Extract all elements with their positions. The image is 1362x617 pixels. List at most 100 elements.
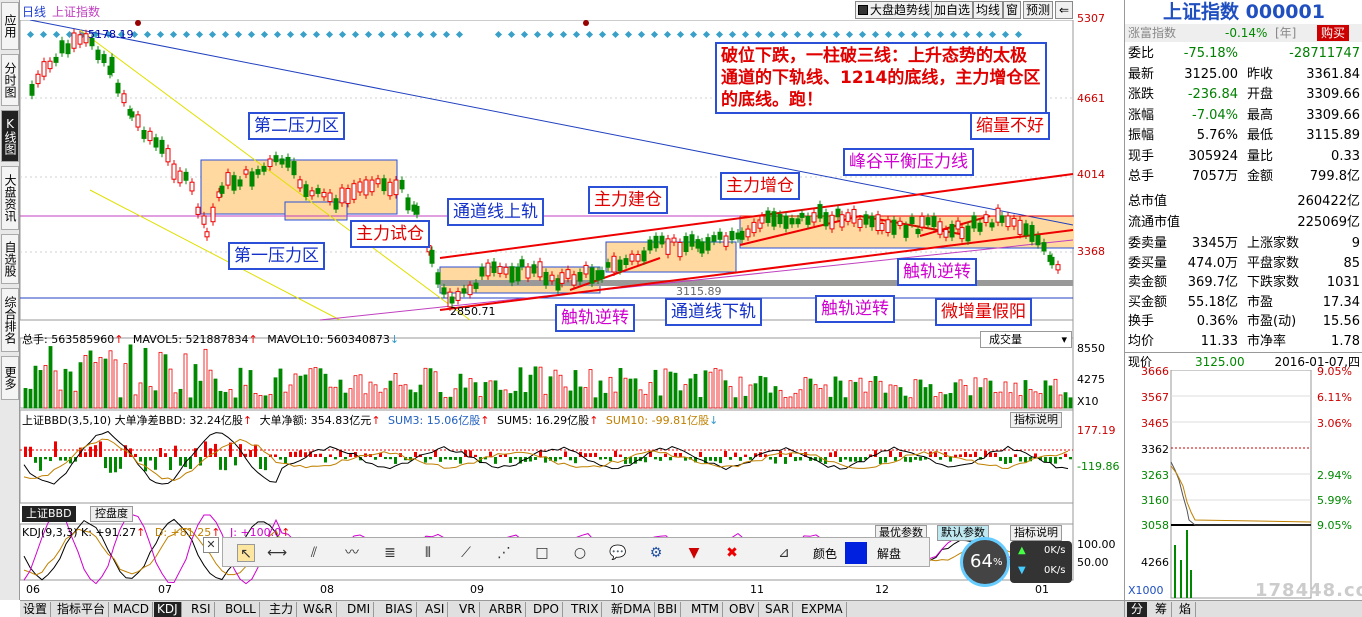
trend-line-button[interactable]: 大盘趋势线	[855, 1, 934, 19]
tab-bbd[interactable]: 上证BBD	[22, 506, 76, 522]
indicator-tab[interactable]: W&R	[300, 602, 337, 617]
ruler-icon[interactable]: ⊿	[775, 544, 793, 562]
nav-watchlist[interactable]: 自选股	[1, 234, 19, 284]
candle-body	[47, 60, 53, 70]
color-swatch[interactable]	[845, 542, 867, 564]
fib-tool-icon[interactable]: ≣	[381, 544, 399, 562]
candle-body	[589, 267, 595, 284]
bbd-bar	[584, 453, 587, 457]
volume-bar	[798, 389, 803, 409]
line-tool-icon[interactable]: ⟷	[267, 544, 287, 562]
wave-tool-icon[interactable]: 〰	[343, 544, 361, 562]
mini-axis-left: 3263	[1141, 469, 1169, 482]
quote-cell: 市盈	[1247, 294, 1274, 310]
candle-body	[1035, 234, 1041, 246]
indicator-tab[interactable]: VR	[456, 602, 480, 617]
indicator-tab[interactable]: ARBR	[486, 602, 527, 617]
indicator-tab[interactable]: EXPMA	[798, 602, 847, 617]
nav-more[interactable]: 更多	[1, 356, 19, 400]
back-arrow-icon[interactable]: ⇐	[1055, 1, 1073, 19]
indicator-tab[interactable]: OBV	[726, 602, 759, 617]
forecast-button[interactable]: 预测	[1023, 1, 1054, 19]
indicator-tab[interactable]: TRIX	[568, 602, 603, 617]
volume-bar	[213, 378, 218, 409]
checkbox-icon	[858, 5, 868, 15]
quote-row: 委买量 474.0万 平盘家数 85	[1125, 254, 1362, 274]
indicator-tab[interactable]: DPO	[530, 602, 563, 617]
bbd-bar	[149, 457, 152, 461]
quote-cell: 下跌家数	[1247, 275, 1300, 290]
close-icon[interactable]: ✕	[203, 537, 219, 553]
candle-body	[789, 218, 795, 225]
indicator-tab[interactable]: MACD	[110, 602, 153, 617]
ellipse-tool-icon[interactable]: ○	[571, 544, 589, 562]
label-add: 主力增仓	[720, 172, 800, 200]
candle-body	[121, 93, 127, 104]
indicator-tab[interactable]: 指标平台	[54, 602, 110, 617]
candle-body	[147, 130, 153, 142]
quote-row: 卖金额 369.7亿 下跌家数 1031	[1125, 273, 1362, 293]
signal-diamond	[364, 30, 373, 39]
indicator-tab[interactable]: SAR	[762, 602, 794, 617]
tab-control[interactable]: 控盘度	[90, 506, 133, 522]
channel-tool-icon[interactable]: ⋰	[495, 544, 513, 562]
signal-diamond	[429, 30, 438, 39]
delete-icon[interactable]: ✖	[723, 544, 741, 562]
bbd-bar	[254, 444, 257, 457]
bbd-bar	[539, 451, 542, 457]
indicator-tab[interactable]: 新DMA	[608, 602, 655, 617]
gann-fan-icon[interactable]: ⟋	[457, 544, 475, 562]
quote-cell: 1.78	[1331, 333, 1360, 349]
indicator-tab[interactable]: ASI	[422, 602, 449, 617]
comment-icon[interactable]: 💬	[609, 544, 627, 562]
nav-ranking[interactable]: 综合排名	[1, 288, 19, 352]
indicator-tab[interactable]: BOLL	[222, 602, 260, 617]
ma-button[interactable]: 均线	[973, 1, 1004, 19]
cycle-tool-icon[interactable]: ⦀	[419, 544, 437, 562]
volume-bar	[578, 386, 583, 409]
candle-body	[129, 111, 135, 118]
quote-row: 现手 305924 量比 0.33	[1125, 147, 1362, 167]
indicator-tab[interactable]: 设置	[20, 602, 52, 617]
parallel-line-icon[interactable]: ⫽	[305, 544, 323, 562]
add-watchlist-button[interactable]: 加自选	[931, 1, 974, 19]
quote-cell: -236.84	[1187, 87, 1238, 102]
volume-bar	[328, 386, 333, 409]
volume-bar	[868, 380, 873, 409]
candle-body	[783, 215, 789, 229]
bookmark-icon[interactable]: ▼	[685, 544, 703, 562]
tab-flame[interactable]: 焰	[1175, 602, 1197, 617]
indicator-tab[interactable]: 主力	[266, 602, 298, 617]
unlock-label[interactable]: 解盘	[877, 545, 901, 562]
indicator-tab[interactable]: RSI	[188, 602, 215, 617]
bbd-bar	[969, 454, 972, 457]
bbd-bar	[234, 457, 237, 466]
indicator-tab[interactable]: MTM	[688, 602, 724, 617]
buy-button[interactable]: 购买	[1317, 25, 1350, 41]
bbd-bar	[1014, 454, 1017, 457]
bbd-bar	[784, 457, 787, 464]
indicator-tab[interactable]: BIAS	[382, 602, 417, 617]
bbd-help-button[interactable]: 指标说明	[1010, 412, 1062, 428]
window-button[interactable]: 窗	[1003, 1, 1022, 19]
signal-diamond	[351, 30, 360, 39]
indicator-dropdown[interactable]: 成交量 ▾	[980, 331, 1072, 348]
nav-kline[interactable]: K线图	[1, 110, 19, 162]
tab-chips[interactable]: 筹	[1151, 602, 1173, 617]
rect-tool-icon[interactable]: □	[533, 544, 551, 562]
nav-timeshare[interactable]: 分时图	[1, 54, 19, 106]
tab-minute[interactable]: 分	[1127, 602, 1148, 617]
cursor-icon[interactable]: ↖	[237, 544, 255, 562]
volume-bar	[683, 384, 688, 409]
indicator-tab[interactable]: KDJ	[154, 602, 182, 617]
volume-bar	[813, 384, 818, 409]
nav-market-news[interactable]: 大盘资讯	[1, 166, 19, 230]
volume-bar	[603, 392, 608, 409]
nav-apps[interactable]: 应用	[1, 2, 19, 50]
indicator-tab[interactable]: DMI	[344, 602, 375, 617]
bbd-bar	[469, 450, 472, 457]
volume-bar	[688, 378, 693, 409]
indicator-tab[interactable]: BBI	[654, 602, 682, 617]
gear-icon[interactable]: ⚙	[647, 544, 665, 562]
volume-bar	[148, 386, 153, 409]
